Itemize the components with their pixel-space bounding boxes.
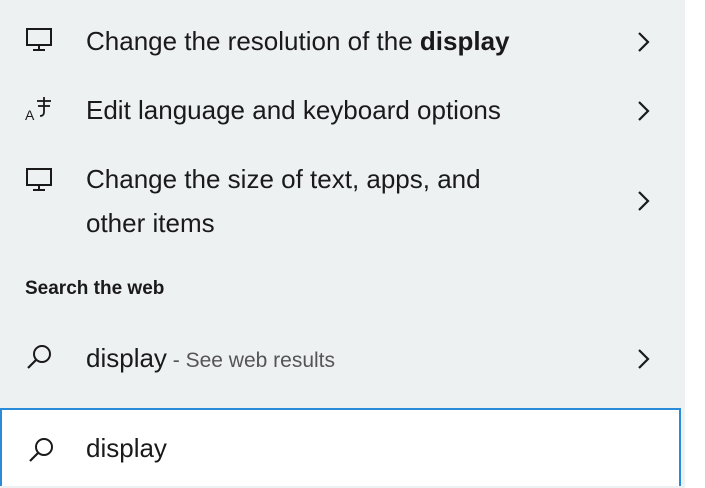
result-label: Edit language and keyboard options	[86, 95, 501, 125]
web-result-label: display - See web results	[86, 340, 335, 379]
result-edit-language[interactable]: A Edit language and keyboard options	[0, 84, 685, 140]
result-change-resolution[interactable]: Change the resolution of the display	[0, 0, 685, 84]
web-result-display[interactable]: display - See web results	[0, 328, 685, 390]
search-input[interactable]	[86, 428, 646, 468]
chevron-right-icon	[638, 349, 650, 369]
monitor-icon	[26, 168, 52, 191]
monitor-icon	[26, 28, 52, 51]
svg-text:A: A	[25, 107, 35, 123]
web-result-query: display	[86, 343, 167, 373]
result-label-line2: other items	[86, 208, 215, 238]
chevron-right-icon	[638, 32, 650, 52]
result-label: Change the resolution of the display	[86, 23, 510, 59]
search-box	[0, 408, 681, 486]
search-icon	[29, 438, 53, 462]
search-icon	[27, 345, 51, 369]
language-icon: A	[25, 97, 51, 123]
chevron-right-icon	[638, 191, 650, 211]
result-label-highlight: display	[419, 26, 510, 56]
result-label-line1: Change the size of text, apps, and	[86, 164, 481, 194]
web-result-suffix: - See web results	[166, 349, 336, 372]
result-change-text-size[interactable]: Change the size of text, apps, and other…	[0, 152, 685, 252]
background-strip	[685, 0, 705, 488]
result-label-text: Change the resolution of the	[86, 26, 420, 56]
section-header-search-web: Search the web	[25, 278, 165, 299]
chevron-right-icon	[638, 101, 650, 121]
search-results-panel: Change the resolution of the display A E…	[0, 0, 685, 488]
